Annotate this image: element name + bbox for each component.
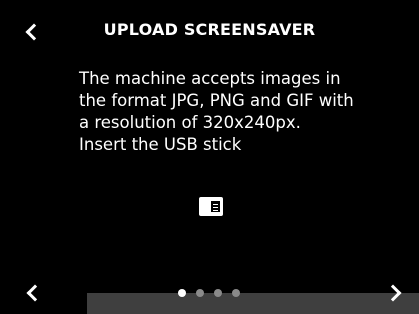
chevron-left-icon: [26, 284, 44, 302]
instruction-line: The machine accepts images in: [79, 69, 341, 88]
instruction-line: the format JPG, PNG and GIF with: [79, 91, 354, 110]
page-dot: [214, 289, 222, 297]
next-page-button[interactable]: [382, 280, 408, 306]
screensaver-upload-screen: UPLOAD SCREENSAVER The machine accepts i…: [0, 0, 419, 314]
instruction-line: a resolution of 320x240px.: [79, 113, 301, 132]
page-dot: [232, 289, 240, 297]
page-dot: [178, 289, 186, 297]
footer-bar: [87, 293, 419, 314]
usb-stick-icon: [199, 197, 223, 216]
page-dot: [196, 289, 204, 297]
back-button[interactable]: [18, 18, 46, 46]
page-title: UPLOAD SCREENSAVER: [103, 20, 316, 39]
instructions-text: The machine accepts images in the format…: [79, 68, 379, 156]
instruction-line: Insert the USB stick: [79, 135, 242, 154]
page-indicator: [178, 289, 240, 297]
header: UPLOAD SCREENSAVER: [0, 0, 419, 62]
chevron-left-icon: [25, 23, 43, 41]
chevron-right-icon: [384, 284, 402, 302]
previous-page-button[interactable]: [20, 280, 46, 306]
